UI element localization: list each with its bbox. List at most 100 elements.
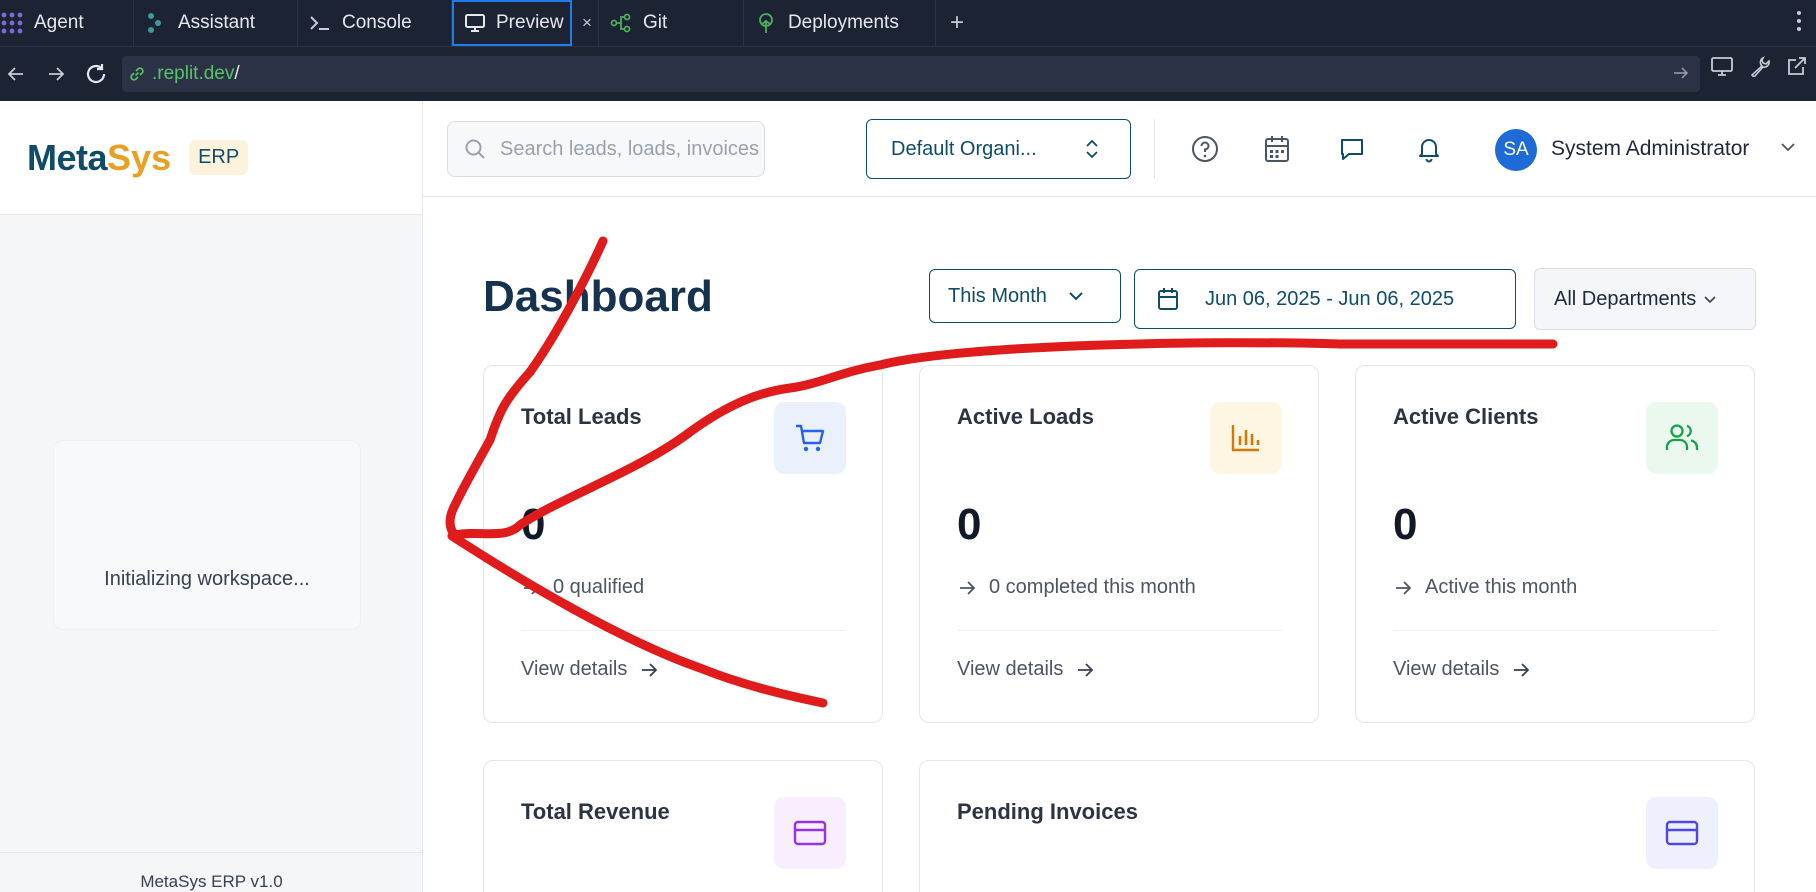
search-input[interactable] bbox=[500, 137, 760, 161]
department-label: All Departments bbox=[1554, 287, 1697, 310]
chevron-down-icon bbox=[1704, 296, 1716, 304]
card-divider bbox=[1393, 630, 1718, 631]
external-link-icon[interactable] bbox=[1786, 55, 1808, 82]
card-title: Total Revenue bbox=[521, 799, 670, 824]
link-icon bbox=[130, 67, 144, 81]
view-details-label: View details bbox=[521, 658, 628, 680]
card-subtext: 0 completed this month bbox=[957, 576, 1196, 599]
card-subtext: 0 qualified bbox=[521, 576, 644, 599]
arrow-right-icon bbox=[49, 67, 65, 81]
brand-logo[interactable]: MetaSys ERP bbox=[0, 101, 422, 215]
agent-icon bbox=[0, 11, 24, 35]
view-details-link[interactable]: View details bbox=[957, 658, 1095, 681]
date-range-label: Jun 06, 2025 - Jun 06, 2025 bbox=[1205, 287, 1455, 310]
plus-icon: + bbox=[949, 9, 964, 36]
chevron-down-icon[interactable] bbox=[1779, 138, 1797, 156]
tab-assistant[interactable]: Assistant bbox=[134, 0, 298, 46]
user-name[interactable]: System Administrator bbox=[1551, 137, 1749, 161]
arrow-right-icon bbox=[642, 662, 658, 677]
tab-deployments-label: Deployments bbox=[787, 12, 899, 33]
view-details-link[interactable]: View details bbox=[1393, 658, 1531, 681]
bar-chart-icon bbox=[1210, 402, 1282, 474]
tab-preview[interactable]: Preview bbox=[452, 0, 572, 46]
more-vertical-icon[interactable] bbox=[1796, 10, 1802, 32]
arrow-right-icon bbox=[1514, 662, 1530, 677]
browser-tools bbox=[1710, 55, 1816, 82]
avatar-initials: SA bbox=[1503, 139, 1529, 160]
wrench-icon[interactable] bbox=[1748, 55, 1772, 82]
tab-git[interactable]: Git bbox=[599, 0, 744, 46]
back-button[interactable] bbox=[0, 54, 36, 94]
url-field[interactable]: .replit.dev / bbox=[122, 56, 1700, 92]
ide-tab-bar: Agent Assistant Console Preview × Git De… bbox=[0, 0, 1816, 46]
page-title: Dashboard bbox=[483, 272, 713, 321]
organization-label: Default Organi... bbox=[891, 137, 1037, 160]
calendar-icon[interactable] bbox=[1259, 131, 1295, 167]
stat-card-total-leads: Total Leads 0 0 qualified View details bbox=[483, 365, 883, 723]
url-host: .replit.dev bbox=[152, 63, 235, 84]
card-subtext: Active this month bbox=[1393, 576, 1577, 599]
top-header: Default Organi... SA System Administrato… bbox=[423, 101, 1816, 197]
monitor-icon bbox=[464, 11, 486, 35]
view-details-label: View details bbox=[957, 658, 1064, 680]
tab-assistant-label: Assistant bbox=[178, 12, 256, 33]
arrow-right-icon bbox=[1078, 662, 1094, 677]
erp-badge: ERP bbox=[189, 140, 249, 175]
card-value: 0 bbox=[1393, 500, 1418, 549]
deployments-icon bbox=[754, 11, 778, 35]
assistant-icon bbox=[144, 11, 168, 35]
version-label: MetaSys ERP v1.0 bbox=[140, 872, 283, 891]
add-tab-button[interactable]: + bbox=[936, 0, 978, 46]
arrow-right-icon bbox=[960, 580, 976, 595]
chevron-up-down-icon bbox=[1086, 139, 1098, 159]
browser-toolbar: .replit.dev / bbox=[0, 46, 1816, 101]
stat-card-active-loads: Active Loads 0 0 completed this month Vi… bbox=[919, 365, 1319, 723]
arrow-right-icon[interactable] bbox=[1672, 64, 1690, 88]
search-icon bbox=[465, 139, 485, 159]
tab-console-label: Console bbox=[342, 12, 412, 33]
tab-deployments[interactable]: Deployments bbox=[744, 0, 936, 46]
close-preview-tab-button[interactable]: × bbox=[572, 0, 599, 46]
sidebar-footer: MetaSys ERP v1.0 bbox=[0, 852, 423, 892]
sidebar: MetaSys ERP Initializing workspace... Me… bbox=[0, 101, 423, 892]
tab-agent-label: Agent bbox=[34, 12, 84, 33]
message-icon[interactable] bbox=[1334, 131, 1370, 167]
help-icon[interactable] bbox=[1187, 131, 1223, 167]
search-box[interactable] bbox=[447, 121, 765, 177]
stat-card-active-clients: Active Clients 0 Active this month View … bbox=[1355, 365, 1755, 723]
card-title: Active Clients bbox=[1393, 404, 1539, 429]
department-select[interactable]: All Departments bbox=[1534, 268, 1756, 330]
card-divider bbox=[957, 630, 1282, 631]
tab-agent[interactable]: Agent bbox=[0, 0, 134, 46]
period-select[interactable]: This Month bbox=[929, 269, 1121, 323]
console-icon bbox=[308, 11, 332, 35]
arrow-right-icon bbox=[524, 580, 540, 595]
refresh-icon bbox=[86, 64, 106, 84]
reload-button[interactable] bbox=[76, 54, 116, 94]
stat-card-total-revenue: Total Revenue bbox=[483, 760, 883, 892]
loading-card: Initializing workspace... bbox=[53, 440, 361, 630]
git-icon bbox=[609, 11, 633, 35]
organization-select[interactable]: Default Organi... bbox=[866, 119, 1131, 179]
logo-sys-text: Sys bbox=[107, 136, 172, 178]
card-title: Total Leads bbox=[521, 404, 642, 429]
close-icon: × bbox=[582, 13, 592, 32]
card-subtext-label: 0 qualified bbox=[553, 576, 645, 598]
tab-console[interactable]: Console bbox=[298, 0, 452, 46]
tab-git-label: Git bbox=[642, 12, 668, 33]
loading-text: Initializing workspace... bbox=[104, 568, 310, 590]
avatar[interactable]: SA bbox=[1495, 129, 1537, 171]
logo-meta-text: Meta bbox=[27, 136, 108, 178]
view-details-link[interactable]: View details bbox=[521, 658, 659, 681]
chevron-down-icon bbox=[1069, 292, 1083, 301]
arrow-left-icon bbox=[7, 67, 23, 81]
card-value: 0 bbox=[957, 500, 982, 549]
forward-button[interactable] bbox=[36, 54, 76, 94]
cart-icon bbox=[774, 402, 846, 474]
monitor-icon[interactable] bbox=[1710, 55, 1734, 82]
stat-card-pending-invoices: Pending Invoices bbox=[919, 760, 1755, 892]
bell-icon[interactable] bbox=[1411, 131, 1447, 167]
card-value: 0 bbox=[521, 500, 546, 549]
date-range-picker[interactable]: Jun 06, 2025 - Jun 06, 2025 bbox=[1134, 269, 1516, 329]
credit-card-icon bbox=[774, 797, 846, 869]
